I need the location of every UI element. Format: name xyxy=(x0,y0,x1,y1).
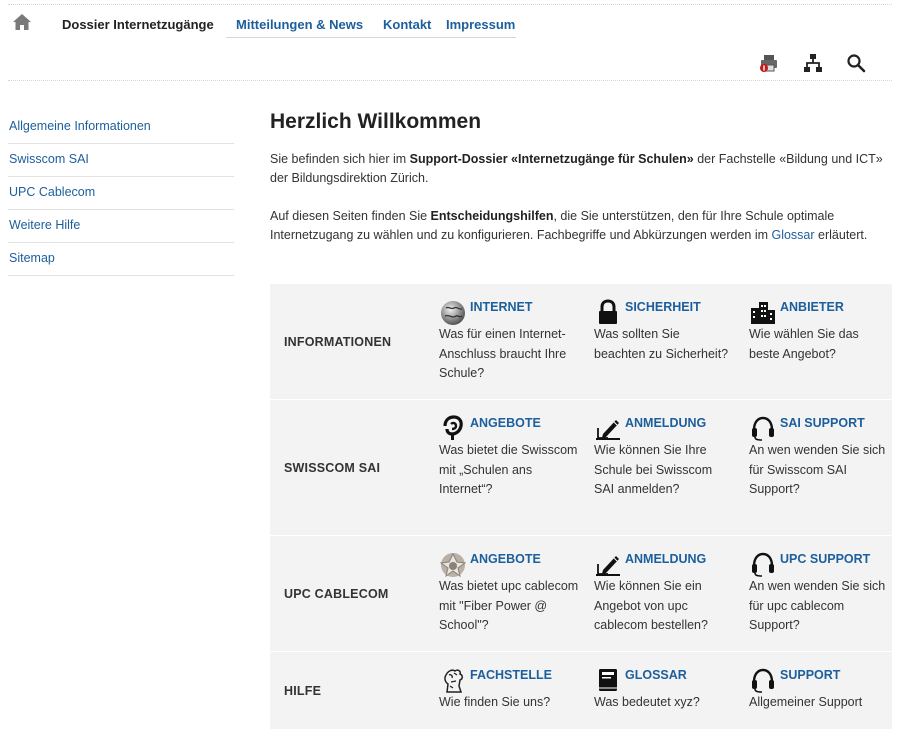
topic-title: INTERNET xyxy=(470,300,533,314)
topic-title: ANGEBOTE xyxy=(470,416,541,430)
topic-card: SICHERHEIT Was sollten Sie beachten zu S… xyxy=(594,298,734,364)
search-icon[interactable] xyxy=(846,53,866,73)
topic-title: SICHERHEIT xyxy=(625,300,701,314)
sidebar-item-sitemap[interactable]: Sitemap xyxy=(8,243,234,276)
topic-card: INTERNET Was für einen Internet-Anschlus… xyxy=(439,298,579,384)
topic-description: Wie können Sie ein Angebot von upc cable… xyxy=(594,579,708,632)
topic-description: Allgemeiner Support xyxy=(749,695,863,709)
topic-card: ANMELDUNG Wie können Sie Ihre Schule bei… xyxy=(594,414,734,500)
topic-title: ANBIETER xyxy=(780,300,844,314)
book-icon xyxy=(599,669,617,691)
glossar-link[interactable]: Glossar xyxy=(771,228,814,242)
zurich-lion-icon xyxy=(444,669,463,693)
header-divider xyxy=(8,80,892,81)
topic-card: ANGEBOTE Was bietet die Swisscom mit „Sc… xyxy=(439,414,579,500)
row-label: UPC CABLECOM xyxy=(284,586,389,601)
row-label: INFORMATIONEN xyxy=(284,334,392,349)
upc-logo-icon xyxy=(439,552,467,578)
nav-impressum[interactable]: Impressum xyxy=(446,17,515,32)
page-title: Herzlich Willkommen xyxy=(270,110,482,133)
topic-title: UPC SUPPORT xyxy=(780,552,871,566)
topic-link[interactable]: ANMELDUNG xyxy=(594,414,734,442)
intro-text: Sie befinden sich hier im xyxy=(270,152,410,166)
pen-signature-icon xyxy=(596,420,620,440)
topic-description: Wie finden Sie uns? xyxy=(439,695,551,709)
swisscom-logo-icon xyxy=(443,415,463,440)
topic-link[interactable]: ANBIETER xyxy=(749,298,889,326)
topic-title: ANMELDUNG xyxy=(625,416,707,430)
topic-title: ANMELDUNG xyxy=(625,552,707,566)
topic-card: UPC SUPPORT An wen wenden Sie sich für u… xyxy=(749,550,889,636)
description-emphasis: Entscheidungshilfen xyxy=(430,209,554,223)
globe-icon xyxy=(441,301,465,325)
buildings-icon xyxy=(751,302,775,324)
sitemap-icon[interactable] xyxy=(803,53,823,73)
topic-link[interactable]: SAI SUPPORT xyxy=(749,414,889,442)
row-label: HILFE xyxy=(284,683,322,698)
topic-card: ANGEBOTE Was bietet upc cablecom mit "Fi… xyxy=(439,550,579,636)
topic-title: GLOSSAR xyxy=(625,668,687,682)
topic-card: ANMELDUNG Wie können Sie ein Angebot von… xyxy=(594,550,734,636)
topic-description: Was sollten Sie beachten zu Sicherheit? xyxy=(594,327,729,361)
topic-title: SUPPORT xyxy=(780,668,841,682)
lock-icon xyxy=(599,299,617,324)
sidebar-item-allgemeine-informationen[interactable]: Allgemeine Informationen xyxy=(8,111,234,144)
topic-description: An wen wenden Sie sich für Swisscom SAI … xyxy=(749,443,886,496)
print-icon[interactable] xyxy=(759,53,779,73)
grid-row-upc-cablecom: UPC CABLECOM ANGEBOTE Was bietet upc cab… xyxy=(270,536,892,652)
topic-title: ANGEBOTE xyxy=(470,552,541,566)
description-text-end: erläutert. xyxy=(814,228,868,242)
sidebar-item-upc-cablecom[interactable]: UPC Cablecom xyxy=(8,177,234,210)
description-text: Auf diesen Seiten finden Sie xyxy=(270,209,431,223)
topic-link[interactable]: GLOSSAR xyxy=(594,666,734,694)
topic-link[interactable]: ANMELDUNG xyxy=(594,550,734,578)
topic-card: GLOSSAR Was bedeutet xyz? xyxy=(594,666,734,713)
nav-underline xyxy=(226,37,516,38)
topic-title: FACHSTELLE xyxy=(470,668,552,682)
sidebar-nav: Allgemeine Informationen Swisscom SAI UP… xyxy=(8,111,234,276)
topic-card: FACHSTELLE Wie finden Sie uns? xyxy=(439,666,579,713)
topic-description: Wie wählen Sie das beste Angebot? xyxy=(749,327,859,361)
topic-grid: INFORMATIONEN INTERNET Was für einen Int… xyxy=(270,284,892,730)
nav-kontakt[interactable]: Kontakt xyxy=(383,17,431,32)
topic-card: SAI SUPPORT An wen wenden Sie sich für S… xyxy=(749,414,889,500)
nav-dossier-internetzugaenge[interactable]: Dossier Internetzugänge xyxy=(62,17,214,32)
intro-paragraph: Sie befinden sich hier im Support-Dossie… xyxy=(270,150,892,188)
topic-title: SAI SUPPORT xyxy=(780,416,865,430)
topic-card: ANBIETER Wie wählen Sie das beste Angebo… xyxy=(749,298,889,364)
topic-description: An wen wenden Sie sich für upc cablecom … xyxy=(749,579,886,632)
grid-row-informationen: INFORMATIONEN INTERNET Was für einen Int… xyxy=(270,284,892,400)
topic-link[interactable]: UPC SUPPORT xyxy=(749,550,889,578)
topic-description: Was bietet upc cablecom mit "Fiber Power… xyxy=(439,579,579,632)
nav-mitteilungen-news[interactable]: Mitteilungen & News xyxy=(236,17,363,32)
topic-link[interactable]: ANGEBOTE xyxy=(439,414,579,442)
topic-description: Was für einen Internet-Anschluss braucht… xyxy=(439,327,567,380)
topic-link[interactable]: ANGEBOTE xyxy=(439,550,579,578)
intro-emphasis: Support-Dossier «Internetzugänge für Sch… xyxy=(409,152,694,166)
description-paragraph: Auf diesen Seiten finden Sie Entscheidun… xyxy=(270,207,892,245)
row-label: SWISSCOM SAI xyxy=(284,460,381,475)
topic-link[interactable]: FACHSTELLE xyxy=(439,666,579,694)
headset-icon xyxy=(752,416,774,441)
sidebar-item-swisscom-sai[interactable]: Swisscom SAI xyxy=(8,144,234,177)
topic-description: Was bietet die Swisscom mit „Schulen ans… xyxy=(439,443,578,496)
home-icon[interactable] xyxy=(12,13,32,31)
topic-link[interactable]: SUPPORT xyxy=(749,666,889,694)
headset-icon xyxy=(752,668,774,693)
topic-card: SUPPORT Allgemeiner Support xyxy=(749,666,889,713)
grid-row-swisscom-sai: SWISSCOM SAI ANGEBOTE Was bietet die Swi… xyxy=(270,400,892,536)
top-divider xyxy=(8,4,892,5)
topic-link[interactable]: INTERNET xyxy=(439,298,579,326)
headset-icon xyxy=(752,552,774,577)
topic-description: Wie können Sie Ihre Schule bei Swisscom … xyxy=(594,443,713,496)
grid-row-hilfe: HILFE FACHSTELLE Wie finden Sie uns? GLO xyxy=(270,652,892,730)
pen-signature-icon xyxy=(596,556,620,576)
topic-description: Was bedeutet xyz? xyxy=(594,695,700,709)
topic-link[interactable]: SICHERHEIT xyxy=(594,298,734,326)
sidebar-item-weitere-hilfe[interactable]: Weitere Hilfe xyxy=(8,210,234,243)
